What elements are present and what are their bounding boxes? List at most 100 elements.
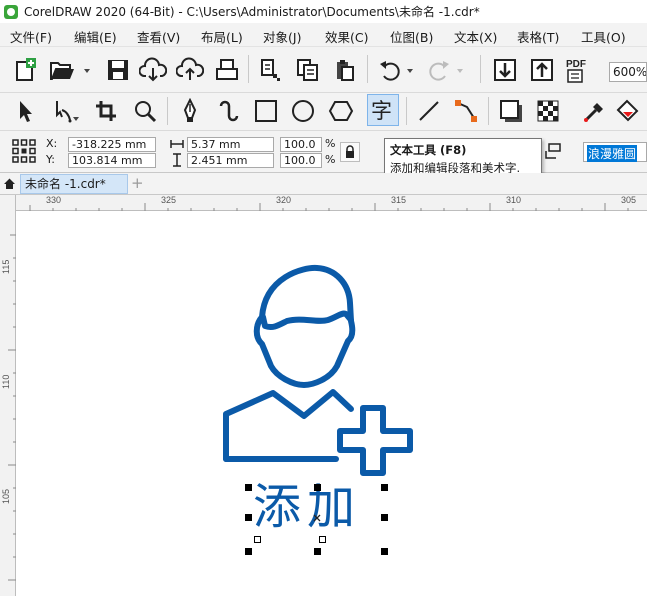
drop-shadow-tool-icon[interactable] [496, 96, 526, 126]
add-user-artwork-icon[interactable] [17, 211, 647, 596]
rectangle-tool-icon[interactable] [251, 96, 281, 126]
toolbar-separator [488, 97, 489, 125]
y-position-field[interactable]: 103.814 mm [68, 153, 156, 168]
selection-handle[interactable] [245, 548, 252, 555]
save-icon[interactable] [103, 55, 133, 85]
print-icon[interactable] [212, 55, 242, 85]
menu-object[interactable]: 对象(J) [263, 27, 301, 46]
export-arrow-icon[interactable] [527, 55, 557, 85]
text-node-handle[interactable] [254, 536, 261, 543]
selection-handle[interactable] [245, 484, 252, 491]
pdf-label: PDF [566, 59, 586, 70]
document-tab[interactable]: 未命名 -1.cdr* [20, 174, 128, 194]
ruler-tick-label: 105 [1, 488, 11, 504]
horizontal-ruler-ticks [29, 203, 629, 211]
text-frame-icon[interactable] [543, 141, 563, 161]
horizontal-ruler: 330 325 320 315 310 305 [16, 195, 647, 211]
menu-view[interactable]: 查看(V) [137, 27, 180, 46]
toolbar-separator [406, 97, 407, 125]
menu-layout[interactable]: 布局(L) [201, 27, 243, 46]
cloud-upload-icon[interactable] [175, 55, 205, 85]
menu-file[interactable]: 文件(F) [10, 27, 52, 46]
drawing-canvas[interactable]: 添加 [17, 211, 647, 596]
menu-table[interactable]: 表格(T) [517, 27, 559, 46]
menu-edit[interactable]: 编辑(E) [74, 27, 117, 46]
ruler-tick-label: 330 [46, 195, 62, 205]
shape-tool-icon[interactable] [47, 96, 77, 126]
ellipse-tool-icon[interactable] [288, 96, 318, 126]
lock-ratio-icon[interactable] [340, 142, 360, 162]
tools-toolbar: 字 [0, 93, 647, 131]
scale-y-field[interactable]: 100.0 [280, 153, 322, 168]
window-title: CorelDRAW 2020 (64-Bit) - C:\Users\Admin… [24, 5, 480, 19]
menu-effects[interactable]: 效果(C) [325, 27, 368, 46]
interactive-fill-tool-icon[interactable] [614, 96, 644, 126]
selection-handle[interactable] [381, 484, 388, 491]
property-bar: X: Y: -318.225 mm 103.814 mm 5.37 mm 2.4… [0, 131, 647, 173]
transparency-tool-icon[interactable] [533, 96, 563, 126]
ruler-tick-label: 315 [391, 195, 407, 205]
zoom-level-field[interactable]: 600% [609, 62, 647, 82]
selection-handle[interactable] [381, 514, 388, 521]
menu-bar: 文件(F) 编辑(E) 查看(V) 布局(L) 对象(J) 效果(C) 位图(B… [0, 23, 647, 47]
x-label: X: [46, 137, 58, 150]
font-name: 浪漫雅圆 [587, 145, 638, 162]
cloud-download-icon[interactable] [138, 55, 168, 85]
selection-handle[interactable] [314, 548, 321, 555]
scale-x-field[interactable]: 100.0 [280, 137, 322, 152]
import-icon[interactable] [256, 55, 286, 85]
scale-y-percent: % [325, 153, 336, 166]
font-list-field[interactable]: 浪漫雅圆 [583, 142, 647, 162]
undo-dropdown-chevron-down-icon[interactable] [407, 69, 413, 73]
height-field[interactable]: 2.451 mm [187, 153, 274, 168]
center-x-icon [313, 514, 321, 522]
redo-icon[interactable] [424, 55, 454, 85]
y-label: Y: [46, 153, 55, 166]
reference-point-icon[interactable] [10, 137, 38, 165]
crop-tool-icon[interactable] [91, 96, 121, 126]
vertical-ruler: 115 110 105 [0, 195, 16, 596]
width-field[interactable]: 5.37 mm [187, 137, 274, 152]
redo-dropdown-chevron-down-icon[interactable] [457, 69, 463, 73]
selection-handle[interactable] [381, 548, 388, 555]
new-document-icon[interactable] [10, 55, 40, 85]
ruler-tick-label: 320 [276, 195, 292, 205]
menu-text[interactable]: 文本(X) [454, 27, 497, 46]
text-tool-icon[interactable]: 字 [367, 94, 399, 126]
ruler-tick-label: 115 [1, 259, 11, 274]
home-icon[interactable] [2, 176, 17, 191]
dimension-line-tool-icon[interactable] [414, 96, 444, 126]
svg-text:字: 字 [371, 99, 392, 122]
ruler-tick-label: 310 [506, 195, 522, 205]
open-folder-icon[interactable] [47, 55, 77, 85]
text-node-handle[interactable] [319, 536, 326, 543]
clipboard-icon[interactable] [330, 55, 360, 85]
new-tab-plus-icon[interactable]: + [131, 174, 144, 192]
title-bar: CorelDRAW 2020 (64-Bit) - C:\Users\Admin… [0, 0, 647, 23]
x-position-field[interactable]: -318.225 mm [68, 137, 156, 152]
import-arrow-icon[interactable] [490, 55, 520, 85]
ruler-tick-label: 110 [1, 374, 11, 389]
selection-handle[interactable] [245, 514, 252, 521]
undo-icon[interactable] [375, 55, 405, 85]
height-arrows-icon [170, 153, 184, 167]
pen-tool-icon[interactable] [175, 96, 205, 126]
width-arrows-icon [170, 138, 184, 150]
pick-tool-pointer-icon[interactable] [10, 96, 40, 126]
export-icon[interactable] [293, 55, 323, 85]
menu-tools[interactable]: 工具(O) [581, 27, 626, 46]
zoom-tool-magnifier-icon[interactable] [130, 96, 160, 126]
coreldraw-logo-icon [4, 4, 18, 19]
connector-tool-icon[interactable] [451, 96, 481, 126]
menu-bitmaps[interactable]: 位图(B) [390, 27, 433, 46]
eyedropper-tool-icon[interactable] [580, 96, 610, 126]
selection-handle[interactable] [314, 484, 321, 491]
document-tab-bar: 未命名 -1.cdr* + [0, 173, 647, 195]
toolbar-separator [367, 55, 368, 83]
canvas-text-object[interactable]: 添加 [253, 477, 361, 537]
publish-pdf-icon[interactable]: PDF [563, 55, 593, 85]
shape-tool-chevron-down-icon[interactable] [73, 117, 79, 121]
open-dropdown-chevron-down-icon[interactable] [84, 69, 90, 73]
artistic-media-tool-icon[interactable] [214, 96, 244, 126]
polygon-tool-icon[interactable] [326, 96, 356, 126]
